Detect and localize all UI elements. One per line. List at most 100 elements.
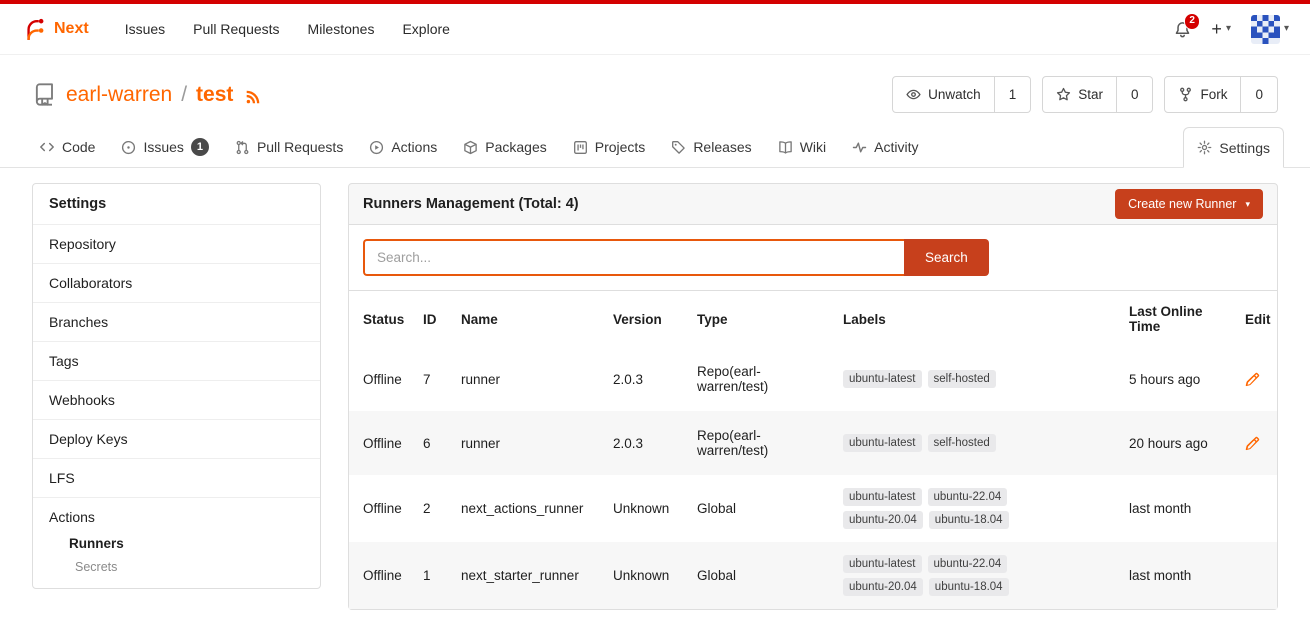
fork-icon — [1178, 87, 1193, 102]
runner-labels: ubuntu-latest self-hosted — [833, 347, 1119, 411]
top-navbar: Next Issues Pull Requests Milestones Exp… — [0, 4, 1310, 55]
star-label: Star — [1078, 87, 1103, 102]
nav-item-pull-requests[interactable]: Pull Requests — [179, 21, 293, 37]
star-icon — [1056, 87, 1071, 102]
gear-icon — [1197, 140, 1212, 155]
fork-button[interactable]: Fork — [1164, 76, 1241, 113]
runner-label-badge: self-hosted — [928, 434, 996, 452]
sidebar-item-webhooks[interactable]: Webhooks — [33, 381, 320, 420]
pencil-icon — [1245, 372, 1260, 387]
runner-version: 2.0.3 — [603, 411, 687, 475]
sidebar-subitem-runners[interactable]: Runners — [49, 525, 304, 551]
tab-activity[interactable]: Activity — [839, 127, 931, 167]
eye-icon — [906, 87, 921, 102]
sidebar-item-actions[interactable]: Actions — [49, 509, 95, 525]
sidebar-item-branches[interactable]: Branches — [33, 303, 320, 342]
tab-actions[interactable]: Actions — [356, 127, 450, 167]
nav-item-milestones[interactable]: Milestones — [294, 21, 389, 37]
tag-icon — [671, 140, 686, 155]
edit-runner-button[interactable] — [1245, 372, 1267, 387]
runner-label-badge: ubuntu-latest — [843, 555, 922, 573]
runner-status: Offline — [349, 475, 413, 542]
col-name: Name — [451, 291, 603, 347]
sidebar-item-lfs[interactable]: LFS — [33, 459, 320, 498]
tab-wiki[interactable]: Wiki — [765, 127, 839, 167]
create-runner-label: Create new Runner — [1128, 197, 1236, 211]
rss-feed-icon[interactable] — [245, 89, 261, 105]
runner-status: Offline — [349, 411, 413, 475]
pencil-icon — [1245, 436, 1260, 451]
runner-version: Unknown — [603, 542, 687, 609]
repo-icon — [32, 82, 57, 107]
runner-version: 2.0.3 — [603, 347, 687, 411]
tab-label: Packages — [485, 139, 546, 155]
sidebar-subitem-secrets[interactable]: Secrets — [49, 551, 304, 574]
sidebar-item-tags[interactable]: Tags — [33, 342, 320, 381]
unwatch-button[interactable]: Unwatch — [892, 76, 995, 113]
navbar-right: 2 + ▾ ▾ — [1174, 15, 1289, 44]
tab-label: Wiki — [800, 139, 826, 155]
watchers-count[interactable]: 1 — [995, 76, 1032, 113]
pull-request-icon — [235, 140, 250, 155]
runner-status: Offline — [349, 347, 413, 411]
forks-count[interactable]: 0 — [1241, 76, 1278, 113]
runner-label-badge: ubuntu-18.04 — [929, 511, 1009, 529]
notification-count-badge: 2 — [1184, 13, 1201, 30]
runner-label-badge: ubuntu-latest — [843, 434, 922, 452]
tab-projects[interactable]: Projects — [560, 127, 659, 167]
tab-settings[interactable]: Settings — [1183, 127, 1284, 168]
sidebar-item-collaborators[interactable]: Collaborators — [33, 264, 320, 303]
tab-label: Issues — [143, 139, 183, 155]
user-menu-button[interactable]: ▾ — [1251, 15, 1289, 44]
col-id: ID — [413, 291, 451, 347]
edit-runner-button[interactable] — [1245, 436, 1267, 451]
runner-id: 2 — [413, 475, 451, 542]
runner-version: Unknown — [603, 475, 687, 542]
forgejo-flame-icon — [21, 16, 47, 42]
sidebar-title: Settings — [33, 184, 320, 225]
runner-label-badge: ubuntu-20.04 — [843, 511, 923, 529]
runner-label-badge: ubuntu-latest — [843, 488, 922, 506]
star-button[interactable]: Star — [1042, 76, 1117, 113]
runner-name: runner — [451, 411, 603, 475]
tab-pull-requests[interactable]: Pull Requests — [222, 127, 356, 167]
repo-name-link[interactable]: test — [196, 83, 233, 107]
runner-label-badge: self-hosted — [928, 370, 996, 388]
col-status: Status — [349, 291, 413, 347]
runner-type: Repo(earl-warren/test) — [687, 347, 833, 411]
package-icon — [463, 140, 478, 155]
nav-item-explore[interactable]: Explore — [388, 21, 463, 37]
tab-label: Pull Requests — [257, 139, 343, 155]
search-input[interactable] — [363, 239, 904, 276]
watch-button-group: Unwatch 1 — [892, 76, 1031, 113]
notifications-button[interactable]: 2 — [1174, 21, 1191, 38]
tab-label: Actions — [391, 139, 437, 155]
tab-releases[interactable]: Releases — [658, 127, 764, 167]
repo-owner-link[interactable]: earl-warren — [66, 83, 172, 107]
create-menu-button[interactable]: + ▾ — [1211, 20, 1231, 38]
sidebar-item-deploy-keys[interactable]: Deploy Keys — [33, 420, 320, 459]
tab-label: Releases — [693, 139, 751, 155]
search-button[interactable]: Search — [904, 239, 989, 276]
star-button-group: Star 0 — [1042, 76, 1153, 113]
runner-name: next_starter_runner — [451, 542, 603, 609]
page-title: Runners Management (Total: 4) — [363, 196, 579, 212]
nav-item-issues[interactable]: Issues — [111, 21, 179, 37]
settings-content: Settings Repository Collaborators Branch… — [0, 168, 1310, 610]
stars-count[interactable]: 0 — [1117, 76, 1154, 113]
runners-table: Status ID Name Version Type Labels Last … — [348, 290, 1278, 610]
forgejo-logo[interactable]: Next — [21, 16, 89, 42]
chevron-down-icon: ▾ — [1226, 24, 1231, 34]
tab-packages[interactable]: Packages — [450, 127, 559, 167]
settings-sidebar: Settings Repository Collaborators Branch… — [32, 183, 321, 589]
create-new-runner-button[interactable]: Create new Runner ▾ — [1115, 189, 1263, 219]
tab-code[interactable]: Code — [26, 127, 108, 167]
tab-issues[interactable]: Issues 1 — [108, 127, 221, 167]
project-board-icon — [573, 140, 588, 155]
avatar — [1251, 15, 1280, 44]
sidebar-item-repository[interactable]: Repository — [33, 225, 320, 264]
runner-labels: ubuntu-latest ubuntu-22.04 ubuntu-20.04 … — [833, 475, 1119, 542]
runner-label-badge: ubuntu-22.04 — [928, 555, 1008, 573]
runner-id: 6 — [413, 411, 451, 475]
runner-labels: ubuntu-latest self-hosted — [833, 411, 1119, 475]
